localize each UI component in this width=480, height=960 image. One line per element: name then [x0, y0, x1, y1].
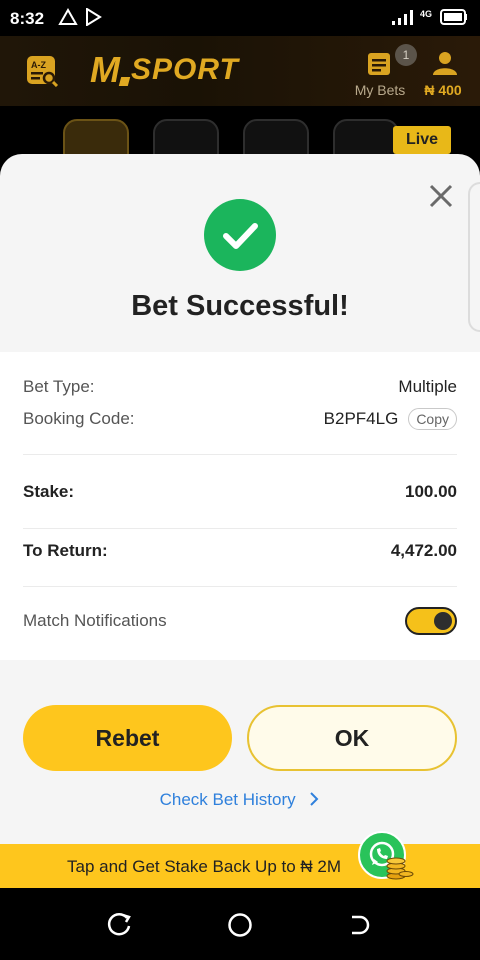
msport-logo[interactable]: M SPORT: [90, 49, 239, 90]
status-bar: 8:32 4G: [0, 0, 480, 36]
logo-text: SPORT: [131, 53, 239, 86]
bet-type-value: Multiple: [398, 377, 457, 396]
divider: [23, 454, 457, 455]
recent-apps-icon: [107, 913, 131, 936]
booking-code-label: Booking Code:: [23, 409, 135, 428]
stake-label: Stake:: [23, 482, 75, 501]
toggle-knob: [434, 612, 452, 630]
my-bets-icon: 1: [367, 44, 417, 76]
signal-icon: [391, 10, 413, 25]
back-icon: [352, 915, 370, 935]
to-return-row: To Return: 4,472.00: [23, 541, 457, 561]
logo-dot: [118, 76, 131, 86]
coins-icon: [384, 852, 414, 880]
to-return-label: To Return:: [23, 541, 108, 560]
az-menu-button[interactable]: A-Z: [26, 55, 60, 88]
rebet-button[interactable]: Rebet: [23, 705, 232, 771]
recent-apps-button[interactable]: [107, 912, 133, 938]
booking-code-row: Booking Code: B2PF4LG Copy: [23, 408, 457, 430]
bet-success-modal: Bet Successful! Bet Type: Multiple Booki…: [0, 154, 480, 888]
divider: [23, 528, 457, 529]
my-bets-count-badge: 1: [395, 44, 417, 66]
close-icon: [429, 184, 453, 208]
balance-amount: ₦ 400: [424, 82, 462, 98]
modal-title: Bet Successful!: [131, 290, 349, 322]
live-tab[interactable]: Live: [393, 126, 451, 154]
bet-type-row: Bet Type: Multiple: [23, 377, 457, 397]
divider: [23, 586, 457, 587]
copy-button[interactable]: Copy: [408, 408, 457, 430]
booking-code-value: B2PF4LG: [323, 409, 399, 428]
bet-history-label: Check Bet History: [159, 790, 296, 809]
stake-value: 100.00: [405, 482, 457, 501]
status-left-icons: [58, 8, 102, 26]
account-balance-button[interactable]: ₦ 400: [420, 46, 470, 98]
checkmark-icon: [204, 199, 276, 271]
navigation-bar: [0, 888, 480, 960]
status-right-icons: 4G: [390, 8, 468, 26]
stake-row: Stake: 100.00: [23, 482, 457, 502]
screen: 8:32 4G A-Z M SPORT 1 My Bets ₦ 400 Live…: [0, 0, 480, 960]
warning-triangle-icon: [58, 8, 78, 25]
play-store-icon: [86, 8, 102, 26]
close-button[interactable]: [427, 182, 455, 210]
to-return-value: 4,472.00: [390, 541, 457, 560]
network-type: 4G: [419, 9, 432, 19]
bet-details: Bet Type: Multiple Booking Code: B2PF4LG…: [0, 352, 480, 660]
back-button[interactable]: [347, 912, 373, 938]
ok-button[interactable]: OK: [247, 705, 457, 771]
az-list-icon: A-Z: [27, 56, 59, 88]
battery-icon: [440, 9, 467, 25]
notifications-label: Match Notifications: [23, 611, 167, 630]
notifications-toggle[interactable]: [405, 607, 457, 635]
notifications-row: Match Notifications: [23, 607, 457, 635]
logo-letter: M: [90, 49, 120, 90]
my-bets-button[interactable]: 1 My Bets: [350, 44, 417, 98]
status-time: 8:32: [10, 9, 45, 28]
bet-type-label: Bet Type:: [23, 377, 95, 396]
my-bets-label: My Bets: [354, 82, 406, 98]
chevron-right-icon: [310, 792, 319, 806]
svg-text:A-Z: A-Z: [31, 60, 46, 70]
booking-code-group: B2PF4LG Copy: [324, 408, 457, 430]
user-icon: [432, 50, 458, 76]
app-header: A-Z M SPORT 1 My Bets ₦ 400: [0, 36, 480, 106]
home-button[interactable]: [227, 912, 253, 938]
home-circle-icon: [228, 913, 252, 937]
check-bet-history-link[interactable]: Check Bet History: [0, 790, 480, 810]
promo-text: Tap and Get Stake Back Up to ₦ 2M: [67, 857, 342, 876]
